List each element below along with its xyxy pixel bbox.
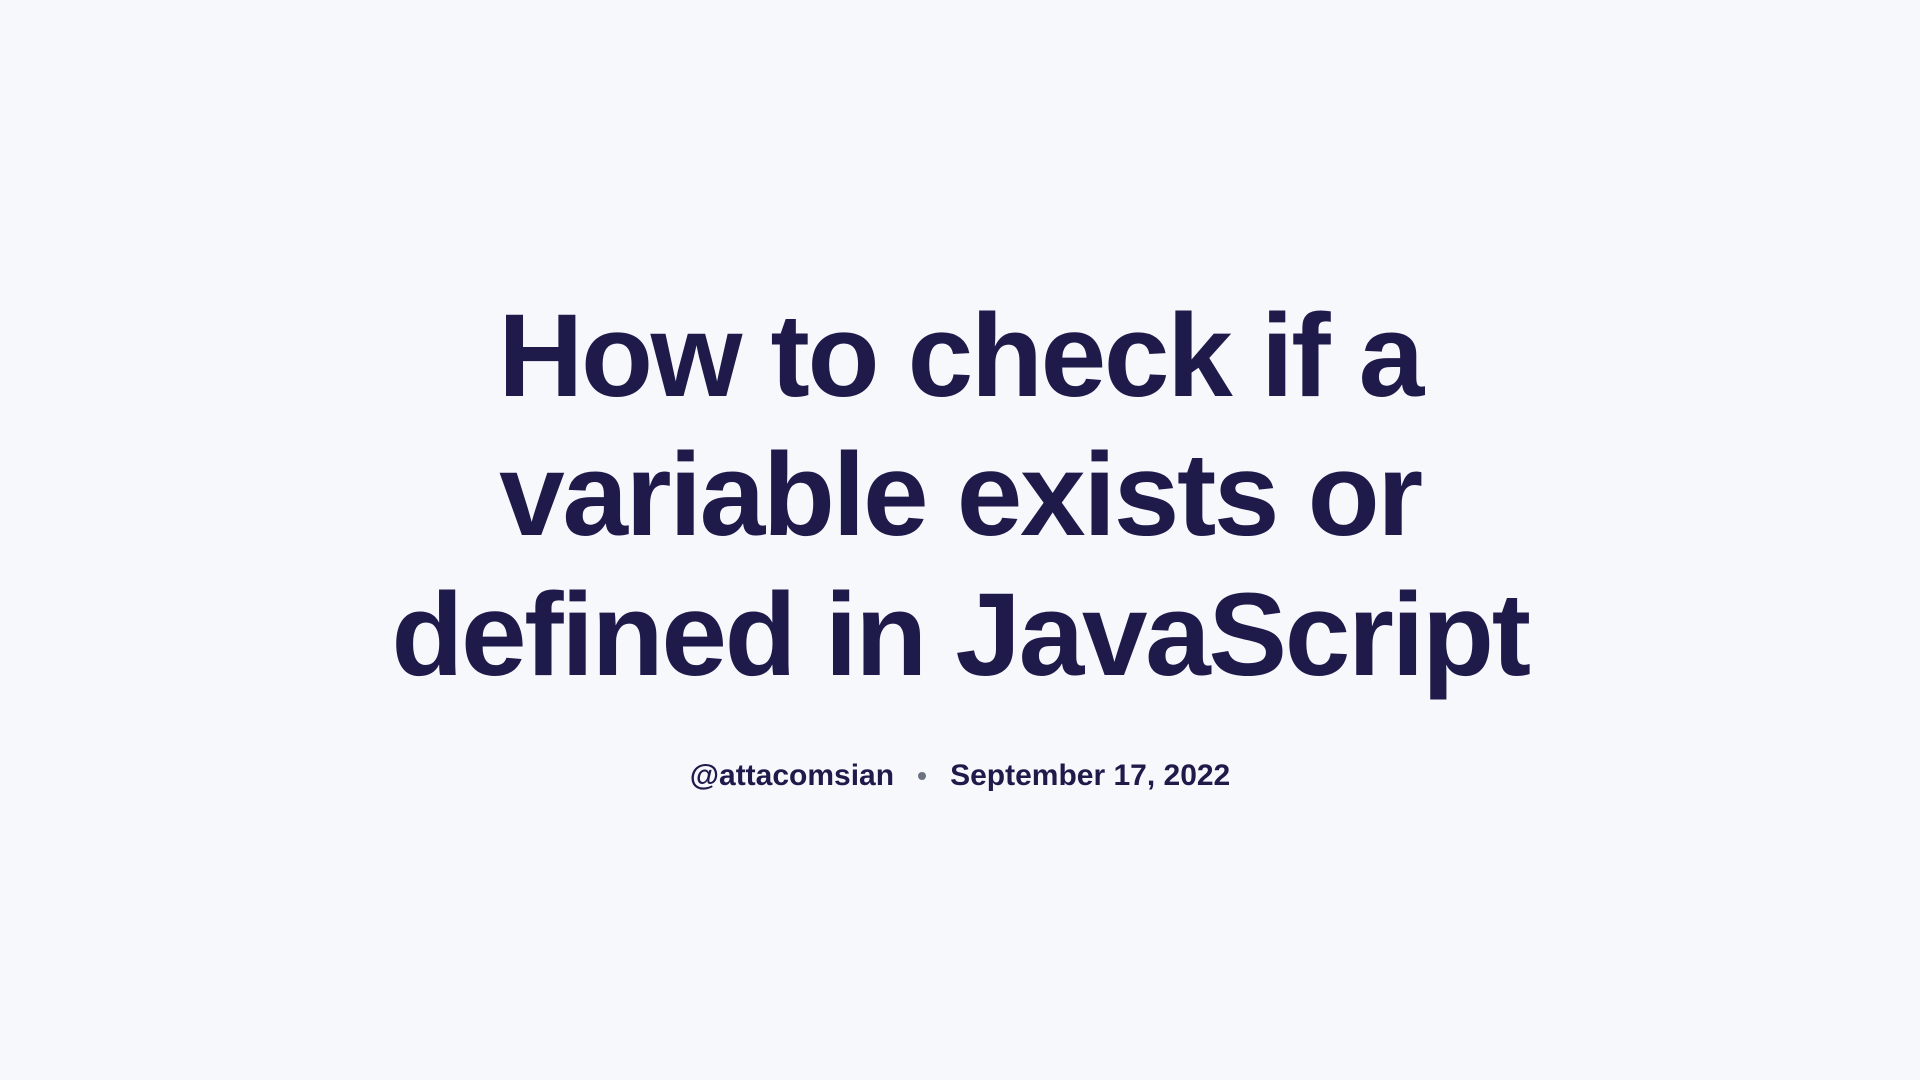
article-header: How to check if a variable exists or def… <box>260 287 1660 793</box>
author-handle[interactable]: @attacomsian <box>690 759 894 793</box>
article-title: How to check if a variable exists or def… <box>300 287 1620 705</box>
publish-date: September 17, 2022 <box>950 759 1230 793</box>
article-meta: @attacomsian September 17, 2022 <box>300 759 1620 793</box>
separator-bullet-icon <box>918 772 926 780</box>
